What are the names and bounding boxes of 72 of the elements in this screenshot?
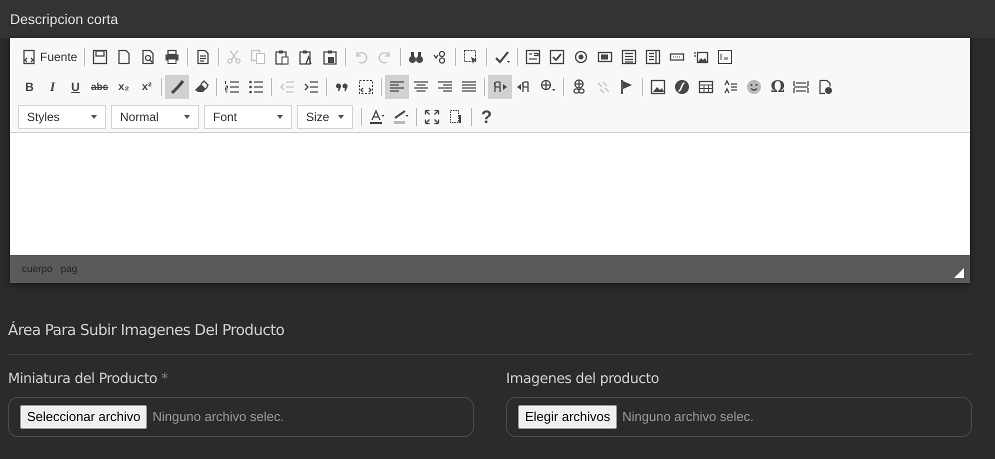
chain-link-icon <box>571 79 588 95</box>
align-left-button[interactable] <box>385 75 410 99</box>
checkbox-icon <box>549 49 566 65</box>
choose-file-button[interactable]: Seleccionar archivo <box>20 404 148 428</box>
file-status-text: Ninguno archivo selec. <box>622 408 754 426</box>
bulleted-list-icon <box>248 79 264 95</box>
maximize-icon <box>424 109 440 125</box>
bold-button[interactable]: B <box>18 75 41 99</box>
printer-icon <box>164 49 180 65</box>
div-container-icon <box>358 79 374 95</box>
strikethrough-button[interactable]: abc <box>87 75 112 99</box>
file-status-text: Ninguno archivo selec. <box>152 408 284 426</box>
clipboard-icon <box>274 49 290 65</box>
blank-page-icon <box>116 49 132 65</box>
resize-handle-icon[interactable] <box>954 268 964 278</box>
select-all-icon <box>463 49 480 65</box>
selection-list-icon <box>645 49 662 65</box>
required-asterisk: * <box>161 370 168 388</box>
special-character-button[interactable]: Ω <box>766 75 790 99</box>
table-icon <box>698 79 714 95</box>
choose-file-button[interactable]: Elegir archivos <box>518 404 618 428</box>
subscript-button[interactable]: x₂ <box>112 75 136 99</box>
caret-icon <box>277 115 283 119</box>
field-label: Imagenes del producto <box>506 370 659 388</box>
image-button-icon <box>693 49 710 65</box>
file-input[interactable]: Elegir archivos Ninguno archivo selec. <box>506 396 972 436</box>
text-direction-right-icon <box>492 79 508 95</box>
paintbrush-icon <box>169 79 186 95</box>
file-input[interactable]: Seleccionar archivo Ninguno archivo selec. <box>8 396 474 436</box>
help-button[interactable]: ? <box>475 105 498 129</box>
highlight-color-icon <box>393 109 409 125</box>
clipboard-document-icon <box>322 49 338 65</box>
caret-icon <box>91 115 97 119</box>
dropdown[interactable]: Styles <box>18 105 106 129</box>
outdent-icon <box>279 79 296 95</box>
paintbrush-button[interactable] <box>165 75 190 99</box>
smiley-icon <box>746 79 762 95</box>
page-globe-icon <box>817 79 834 95</box>
caret-icon <box>338 115 344 119</box>
superscript-button[interactable]: x² <box>135 75 158 99</box>
italic-button[interactable]: I <box>41 75 64 99</box>
page-break-icon <box>793 79 810 95</box>
clipboard-text-icon <box>298 49 314 65</box>
scissors-icon <box>226 49 242 65</box>
eraser-icon <box>193 79 210 95</box>
image-icon <box>650 79 666 95</box>
underline-button[interactable]: U <box>64 75 87 99</box>
form-icon <box>525 49 542 65</box>
document-lines-icon <box>195 49 212 65</box>
dropdown[interactable]: Font <box>204 105 292 129</box>
numbered-list-icon <box>224 79 240 95</box>
text-field-icon <box>597 49 614 65</box>
caret-icon <box>184 115 190 119</box>
broken-link-icon <box>595 79 612 95</box>
dropdown[interactable]: Normal <box>111 105 199 129</box>
radio-icon <box>573 49 590 65</box>
page-magnifier-icon <box>140 49 156 65</box>
horizontal-lines-icon <box>722 79 738 95</box>
flash-icon <box>674 79 690 95</box>
indent-icon <box>303 79 320 95</box>
text-area-icon <box>621 49 638 65</box>
spellcheck-icon <box>494 49 510 65</box>
copy-icon <box>250 49 266 65</box>
binoculars-icon <box>408 49 424 65</box>
dropdown[interactable]: Size <box>297 105 353 129</box>
text-color-icon <box>369 109 385 125</box>
show-blocks-icon <box>448 109 464 125</box>
field-label: Miniatura del Producto <box>8 370 158 388</box>
source-button[interactable]: Fuente <box>18 45 82 69</box>
section-heading: Área Para Subir Imagenes Del Producto <box>8 319 971 354</box>
text-direction-right-button[interactable] <box>488 75 512 99</box>
section-title: Descripcion corta <box>10 10 118 29</box>
